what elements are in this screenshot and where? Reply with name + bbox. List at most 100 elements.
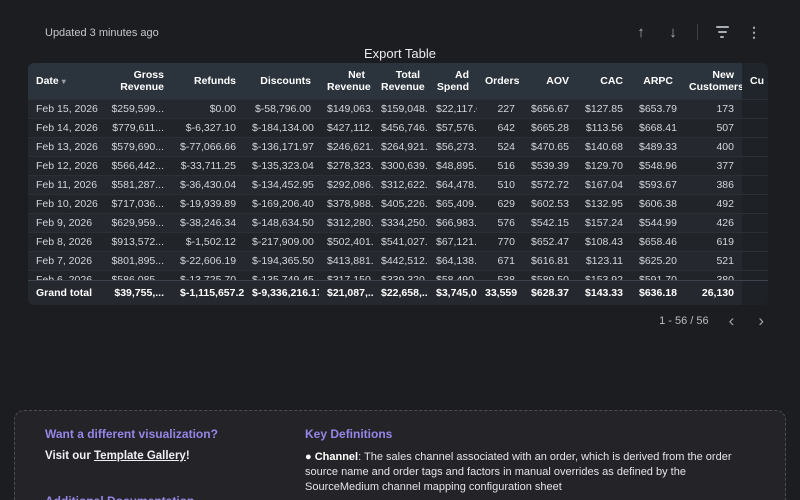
download-arrow-icon[interactable]: ↓	[661, 20, 685, 44]
cell-discounts: $-148,634.50	[244, 214, 319, 233]
cell-aov: $572.72	[523, 176, 577, 195]
column-header-discounts[interactable]: Discounts	[244, 63, 319, 99]
table-row: Feb 11, 2026$581,287...$-36,430.04$-134,…	[28, 176, 768, 195]
cell-cac: $132.95	[577, 195, 631, 214]
total-cell-arpc: $636.18	[631, 281, 681, 305]
cell-gross-revenue: $581,287...	[102, 176, 172, 195]
cell-total-revenue: $159,048...	[373, 100, 428, 119]
cell-orders: 227	[477, 100, 523, 119]
cell-aov: $602.53	[523, 195, 577, 214]
cell-new-customers: 521	[681, 252, 742, 271]
cell-cu	[742, 176, 768, 195]
cell-arpc: $668.41	[631, 119, 681, 138]
column-header-cac[interactable]: CAC	[577, 63, 631, 99]
cell-arpc: $658.46	[631, 233, 681, 252]
sort-caret-icon: ▾	[62, 77, 66, 86]
column-header-cu[interactable]: Cu	[742, 63, 768, 99]
template-gallery-link[interactable]: Template Gallery	[94, 450, 186, 462]
toolbar-divider	[697, 24, 698, 40]
cell-arpc: $606.38	[631, 195, 681, 214]
cell-arpc: $489.33	[631, 138, 681, 157]
column-header-ad-spend[interactable]: Ad Spend	[428, 63, 477, 99]
cell-gross-revenue: $913,572...	[102, 233, 172, 252]
next-page-icon[interactable]: ›	[754, 312, 768, 329]
cell-ad-spend: $65,409.48	[428, 195, 477, 214]
prev-page-icon[interactable]: ‹	[725, 312, 739, 329]
cell-ad-spend: $58,490.39	[428, 271, 477, 281]
updated-status: Updated 3 minutes ago	[45, 27, 159, 39]
cell-date: Feb 9, 2026	[28, 214, 102, 233]
cell-total-revenue: $541,027...	[373, 233, 428, 252]
cell-total-revenue: $312,622...	[373, 176, 428, 195]
cell-cu	[742, 233, 768, 252]
cell-ad-spend: $64,478.85	[428, 176, 477, 195]
cell-refunds: $0.00	[172, 100, 244, 119]
cell-ad-spend: $67,121.11	[428, 233, 477, 252]
cell-orders: 524	[477, 138, 523, 157]
cell-new-customers: 386	[681, 176, 742, 195]
column-header-refunds[interactable]: Refunds	[172, 63, 244, 99]
cell-arpc: $625.20	[631, 252, 681, 271]
cell-orders: 510	[477, 176, 523, 195]
cell-refunds: $-36,430.04	[172, 176, 244, 195]
column-header-date[interactable]: Date▾	[28, 63, 102, 99]
cell-arpc: $653.79	[631, 100, 681, 119]
table-row: Feb 14, 2026$779,611...$-6,327.10$-184,1…	[28, 119, 768, 138]
page-title: Export Table	[0, 46, 800, 61]
total-cell-orders: 33,559	[477, 281, 523, 305]
table-grand-total: Grand total$39,755,...$-1,115,657.25$-9,…	[28, 280, 768, 305]
cell-net-revenue: $317,150...	[319, 271, 373, 281]
cell-gross-revenue: $566,442...	[102, 157, 172, 176]
column-header-total-revenue[interactable]: Total Revenue	[373, 63, 428, 99]
cell-cu	[742, 271, 768, 281]
column-header-net-revenue[interactable]: Net Revenue	[319, 63, 373, 99]
cell-date: Feb 10, 2026	[28, 195, 102, 214]
column-header-orders[interactable]: Orders	[477, 63, 523, 99]
cell-total-revenue: $334,250...	[373, 214, 428, 233]
additional-documentation-heading: Additional Documentation	[45, 494, 283, 500]
cell-new-customers: 492	[681, 195, 742, 214]
kebab-menu-icon[interactable]: ⋮	[742, 20, 766, 44]
cell-gross-revenue: $779,611...	[102, 119, 172, 138]
grand-total-row: Grand total$39,755,...$-1,115,657.25$-9,…	[28, 281, 768, 305]
cell-arpc: $544.99	[631, 214, 681, 233]
cell-aov: $665.28	[523, 119, 577, 138]
table-row: Feb 15, 2026$259,599...$0.00$-58,796.00$…	[28, 100, 768, 119]
toolbar: ↑ ↓ ⋮	[629, 20, 766, 44]
column-header-gross-revenue[interactable]: Gross Revenue	[102, 63, 172, 99]
cell-gross-revenue: $801,895...	[102, 252, 172, 271]
cell-gross-revenue: $629,959...	[102, 214, 172, 233]
pagination-label: 1 - 56 / 56	[659, 315, 709, 327]
cell-cac: $157.24	[577, 214, 631, 233]
cell-gross-revenue: $586,085...	[102, 271, 172, 281]
upload-arrow-icon[interactable]: ↑	[629, 20, 653, 44]
table-body[interactable]: Feb 15, 2026$259,599...$0.00$-58,796.00$…	[28, 99, 768, 280]
cell-cu	[742, 119, 768, 138]
table-header: Date▾Gross RevenueRefundsDiscountsNet Re…	[28, 63, 768, 99]
cell-cu	[742, 214, 768, 233]
column-header-new-customers[interactable]: New Customers	[681, 63, 742, 99]
cell-orders: 538	[477, 271, 523, 281]
total-cell-discounts: $-9,336,216.17	[244, 281, 319, 305]
cell-discounts: $-135,323.04	[244, 157, 319, 176]
footer-panel: Want a different visualization? Visit ou…	[14, 410, 786, 500]
cell-new-customers: 173	[681, 100, 742, 119]
pagination: 1 - 56 / 56 ‹ ›	[659, 312, 768, 329]
cell-refunds: $-1,502.12	[172, 233, 244, 252]
visit-suffix: !	[186, 450, 190, 462]
export-table: Date▾Gross RevenueRefundsDiscountsNet Re…	[28, 63, 768, 305]
cell-aov: $542.15	[523, 214, 577, 233]
cell-net-revenue: $427,112...	[319, 119, 373, 138]
cell-new-customers: 507	[681, 119, 742, 138]
column-header-arpc[interactable]: ARPC	[631, 63, 681, 99]
cell-aov: $539.39	[523, 157, 577, 176]
cell-net-revenue: $292,086...	[319, 176, 373, 195]
filter-icon[interactable]	[710, 20, 734, 44]
cell-refunds: $-13,725.70	[172, 271, 244, 281]
table-row: Feb 13, 2026$579,690...$-77,066.66$-136,…	[28, 138, 768, 157]
column-header-aov[interactable]: AOV	[523, 63, 577, 99]
cell-date: Feb 7, 2026	[28, 252, 102, 271]
cell-aov: $652.47	[523, 233, 577, 252]
total-cell-total-revenue: $22,658,...	[373, 281, 428, 305]
total-cell-date: Grand total	[28, 281, 102, 305]
